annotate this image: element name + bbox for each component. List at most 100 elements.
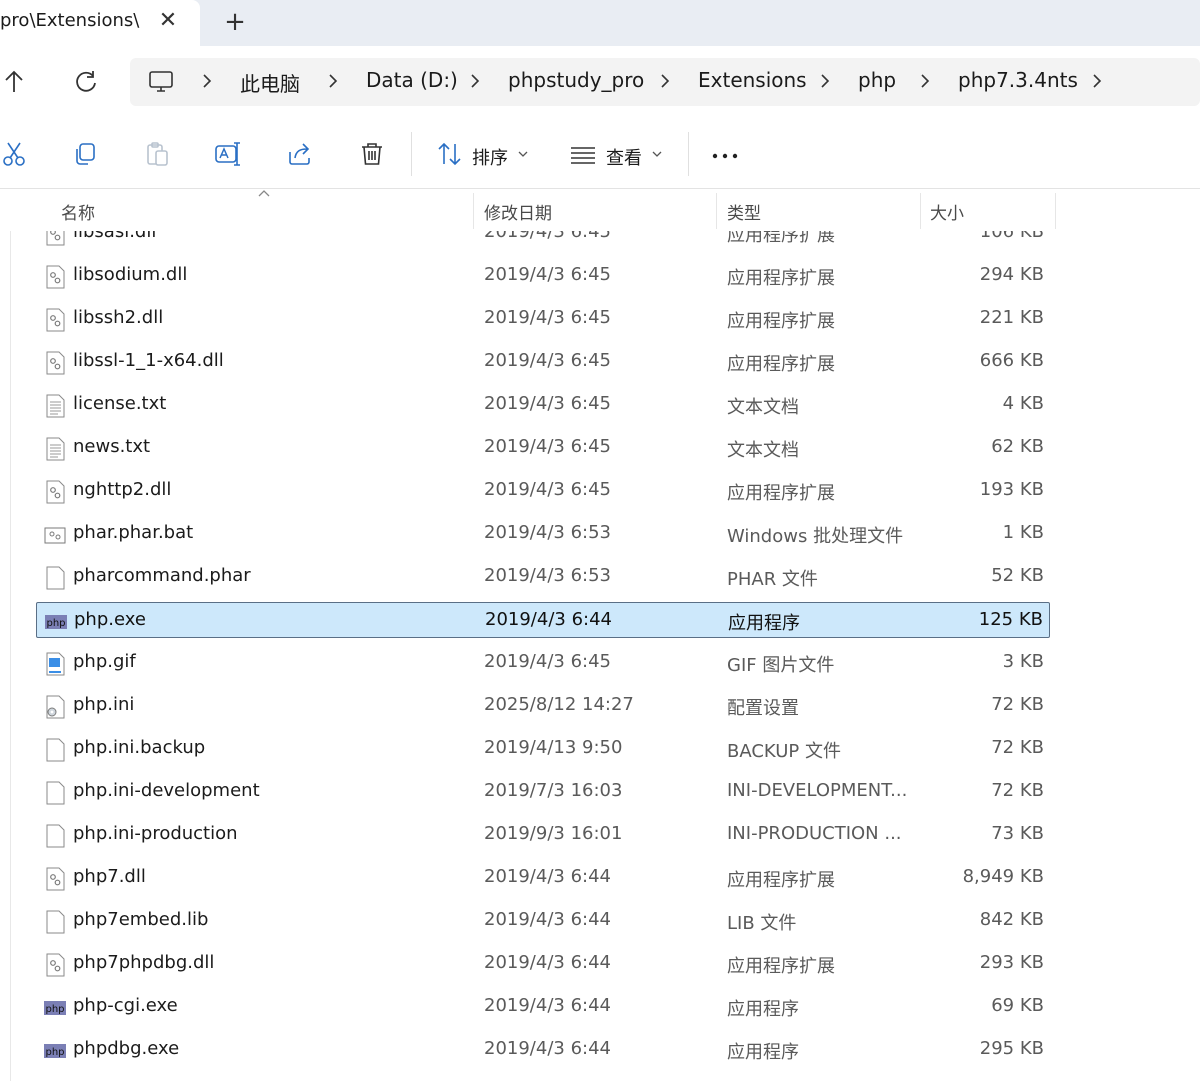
sort-icon[interactable] (436, 140, 464, 168)
file-size: 72 KB (991, 737, 1044, 758)
file-type: 文本文档 (727, 397, 799, 418)
rename-icon[interactable] (214, 140, 242, 168)
file-type: 应用程序扩展 (727, 354, 835, 375)
delete-icon[interactable] (358, 140, 386, 168)
file-name: license.txt (73, 393, 167, 414)
copy-icon[interactable] (71, 140, 99, 168)
file-row[interactable]: php php.exe 2019/4/3 6:44 应用程序 125 KB (36, 602, 1050, 638)
file-type: INI-PRODUCTION ... (727, 823, 902, 844)
file-row[interactable]: php php-cgi.exe 2019/4/3 6:44 应用程序 69 KB (36, 989, 1050, 1025)
file-row[interactable]: php7embed.lib 2019/4/3 6:44 LIB 文件 842 KB (36, 903, 1050, 939)
file-dll-icon (44, 867, 66, 891)
file-name: phar.phar.bat (73, 522, 194, 543)
paste-icon[interactable] (143, 140, 171, 168)
file-name: php.gif (73, 651, 136, 672)
chevron-right-icon[interactable] (466, 70, 484, 92)
column-divider[interactable] (1055, 193, 1056, 229)
file-name: php7.dll (73, 866, 146, 887)
file-row[interactable]: php.ini 2025/8/12 14:27 配置设置 72 KB (36, 688, 1050, 724)
more-icon[interactable] (710, 144, 742, 164)
file-type: 应用程序扩展 (727, 483, 835, 504)
file-size: 1 KB (1002, 522, 1044, 543)
file-row[interactable]: php.gif 2019/4/3 6:45 GIF 图片文件 3 KB (36, 645, 1050, 681)
file-size: 8,949 KB (962, 866, 1044, 887)
file-size: 4 KB (1002, 393, 1044, 414)
close-icon[interactable]: ✕ (156, 8, 180, 34)
breadcrumb-data-drive[interactable]: Data (D:) (366, 68, 458, 92)
address-bar[interactable]: 此电脑 Data (D:) phpstudy_pro Extensions ph… (130, 58, 1200, 106)
file-row[interactable]: php.ini-production 2019/9/3 16:01 INI-PROD… (36, 817, 1050, 853)
breadcrumb-extensions[interactable]: Extensions (698, 68, 807, 92)
column-name[interactable]: 名称 (61, 199, 95, 224)
chevron-right-icon[interactable] (324, 70, 342, 92)
file-row[interactable]: phar.phar.bat 2019/4/3 6:53 Windows 批处理文件 1… (36, 516, 1050, 552)
cut-icon[interactable] (0, 140, 28, 168)
chevron-right-icon[interactable] (916, 70, 934, 92)
file-type: 应用程序 (728, 613, 800, 634)
file-type: 文本文档 (727, 440, 799, 461)
chevron-right-icon[interactable] (1088, 70, 1106, 92)
file-type: PHAR 文件 (727, 569, 818, 590)
file-row[interactable]: php.ini-development 2019/7/3 16:03 INI-DEV… (36, 774, 1050, 810)
file-row[interactable]: license.txt 2019/4/3 6:45 文本文档 4 KB (36, 387, 1050, 423)
file-row[interactable]: nghttp2.dll 2019/4/3 6:45 应用程序扩展 193 KB (36, 473, 1050, 509)
plus-icon[interactable]: + (222, 8, 248, 36)
tab-current[interactable]: pro\Extensions\p ✕ (0, 0, 200, 46)
file-size: 73 KB (991, 823, 1044, 844)
chevron-right-icon[interactable] (816, 70, 834, 92)
file-size: 125 KB (978, 609, 1043, 630)
column-type[interactable]: 类型 (727, 199, 761, 224)
file-row[interactable]: news.txt 2019/4/3 6:45 文本文档 62 KB (36, 430, 1050, 466)
up-arrow-icon[interactable] (0, 68, 28, 96)
file-row[interactable]: libssl-1_1-x64.dll 2019/4/3 6:45 应用程序扩展 666… (36, 344, 1050, 380)
toolbar-divider (411, 132, 412, 176)
file-size: 3 KB (1002, 651, 1044, 672)
column-divider[interactable] (716, 193, 717, 229)
column-divider[interactable] (473, 193, 474, 229)
column-header: 名称 修改日期 类型 大小 (0, 189, 1200, 231)
breadcrumb-php734nts[interactable]: php7.3.4nts (958, 68, 1078, 92)
file-date: 2019/4/13 9:50 (484, 737, 623, 758)
file-size: 295 KB (979, 1038, 1044, 1059)
file-row[interactable]: libssh2.dll 2019/4/3 6:45 应用程序扩展 221 KB (36, 301, 1050, 337)
file-name: php.ini (73, 694, 135, 715)
file-type: 应用程序扩展 (727, 268, 835, 289)
breadcrumb-phpstudy-pro[interactable]: phpstudy_pro (508, 68, 644, 92)
file-gif-icon (44, 652, 66, 676)
file-txt-icon (44, 394, 66, 418)
file-name: php.ini-production (73, 823, 238, 844)
chevron-right-icon[interactable] (656, 70, 674, 92)
file-row[interactable]: php phpdbg.exe 2019/4/3 6:44 应用程序 295 KB (36, 1032, 1050, 1068)
share-icon[interactable] (286, 140, 314, 168)
file-type: LIB 文件 (727, 913, 797, 934)
file-name: libsodium.dll (73, 264, 188, 285)
file-size: 294 KB (979, 264, 1044, 285)
this-pc-icon[interactable] (148, 70, 174, 94)
chevron-down-icon[interactable] (518, 150, 528, 158)
chevron-right-icon[interactable] (198, 70, 216, 92)
file-size: 69 KB (991, 995, 1044, 1016)
file-row[interactable]: php7phpdbg.dll 2019/4/3 6:44 应用程序扩展 293 KB (36, 946, 1050, 982)
file-row[interactable]: php7.dll 2019/4/3 6:44 应用程序扩展 8,949 KB (36, 860, 1050, 896)
sort-button[interactable]: 排序 (472, 144, 508, 170)
breadcrumb-this-pc[interactable]: 此电脑 (240, 68, 300, 97)
column-size[interactable]: 大小 (930, 199, 964, 224)
breadcrumb-php[interactable]: php (858, 68, 896, 92)
file-name: phpdbg.exe (73, 1038, 180, 1059)
view-button[interactable]: 查看 (606, 144, 642, 170)
command-bar: 排序 查看 (0, 118, 1200, 189)
file-row[interactable]: pharcommand.phar 2019/4/3 6:53 PHAR 文件 52 K… (36, 559, 1050, 595)
file-row[interactable]: php.ini.backup 2019/4/13 9:50 BACKUP 文件 72 … (36, 731, 1050, 767)
file-size: 293 KB (979, 952, 1044, 973)
file-dll-icon (44, 308, 66, 332)
file-type: 应用程序扩展 (727, 870, 835, 891)
refresh-icon[interactable] (72, 68, 100, 96)
file-row[interactable]: libsodium.dll 2019/4/3 6:45 应用程序扩展 294 KB (36, 258, 1050, 294)
view-icon[interactable] (569, 140, 597, 168)
chevron-down-icon[interactable] (652, 150, 662, 158)
file-name: nghttp2.dll (73, 479, 172, 500)
column-date[interactable]: 修改日期 (484, 199, 552, 224)
file-date: 2019/4/3 6:44 (484, 952, 611, 973)
column-divider[interactable] (920, 193, 921, 229)
file-ini-icon (44, 695, 66, 719)
